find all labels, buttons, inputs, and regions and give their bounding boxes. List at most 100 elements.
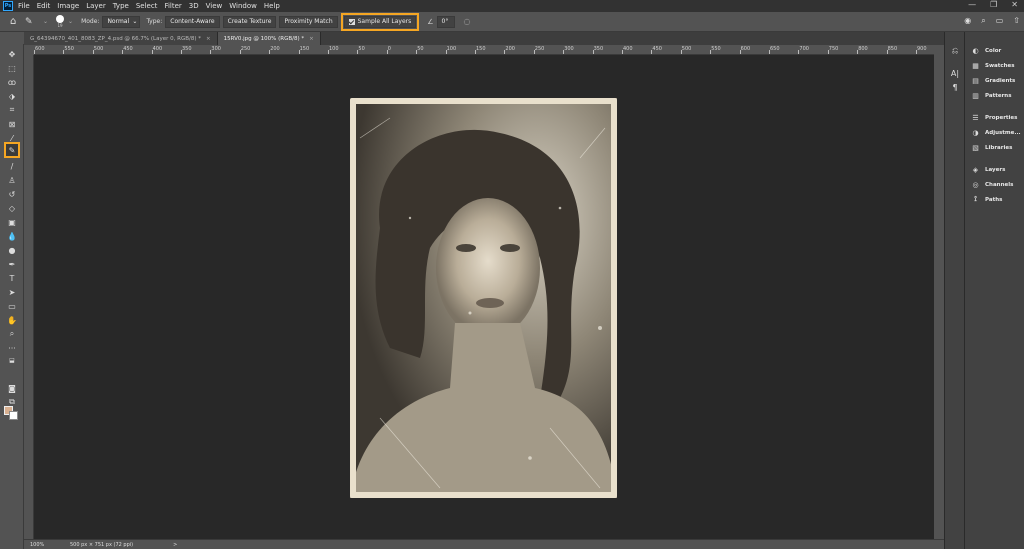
- vintage-portrait-photo[interactable]: [350, 98, 617, 498]
- panel-patterns[interactable]: ▥ Patterns: [965, 88, 1024, 103]
- tool-preset-chevron-icon[interactable]: ⌄: [43, 18, 48, 25]
- ruler-tick: [122, 50, 124, 54]
- marquee-tool-icon[interactable]: ⬚: [6, 62, 18, 74]
- pressure-size-icon[interactable]: ◌: [464, 17, 471, 26]
- frame-tool-icon[interactable]: ⊠: [6, 118, 18, 130]
- content-aware-button[interactable]: Content-Aware: [165, 15, 220, 28]
- share-icon[interactable]: ⇧: [1013, 16, 1020, 26]
- brush-chevron-icon[interactable]: ⌄: [68, 18, 73, 25]
- close-icon[interactable]: ×: [309, 36, 314, 42]
- angle-input[interactable]: 0°: [436, 15, 455, 28]
- panel-layers[interactable]: ◈ Layers: [965, 162, 1024, 177]
- ruler-tick: [651, 50, 653, 54]
- brush-tool-icon[interactable]: /: [6, 160, 18, 172]
- zoom-level[interactable]: 100%: [30, 542, 66, 548]
- lasso-tool-icon[interactable]: ꝏ: [6, 76, 18, 88]
- panel-swatches[interactable]: ▦ Swatches: [965, 58, 1024, 73]
- ruler-tick-label: 150: [299, 46, 310, 52]
- history-brush-tool-icon[interactable]: ↺: [6, 188, 18, 200]
- home-icon[interactable]: ⌂: [10, 16, 20, 27]
- menu-layer[interactable]: Layer: [86, 2, 106, 10]
- menu-type[interactable]: Type: [113, 2, 129, 10]
- close-icon[interactable]: ✕: [1011, 0, 1018, 9]
- menu-3d[interactable]: 3D: [189, 2, 199, 10]
- panel-color[interactable]: ◐ Color: [965, 43, 1024, 58]
- panel-label: Layers: [985, 166, 1006, 173]
- path-selection-tool-icon[interactable]: ➤: [6, 286, 18, 298]
- document-canvas[interactable]: [34, 55, 934, 539]
- panel-properties[interactable]: ☰ Properties: [965, 110, 1024, 125]
- brush-size-value: 19: [57, 23, 63, 28]
- ruler-tick-label: 750: [828, 46, 839, 52]
- mode-select[interactable]: Normal ⌄: [102, 15, 141, 28]
- panel-group-divider: [965, 155, 1024, 162]
- menu-select[interactable]: Select: [136, 2, 158, 10]
- dodge-tool-icon[interactable]: ●: [6, 244, 18, 256]
- document-tab-bar: G_64394670_401_8083_ZP_4.psd @ 66.7% (La…: [24, 32, 944, 45]
- ruler-tick: [710, 50, 712, 54]
- move-tool-icon[interactable]: ✥: [6, 48, 18, 60]
- workspace-icon[interactable]: ▭: [996, 16, 1004, 26]
- panel-label: Gradients: [985, 77, 1016, 84]
- rectangle-tool-icon[interactable]: ▭: [6, 300, 18, 312]
- menu-image[interactable]: Image: [57, 2, 79, 10]
- proximity-match-button[interactable]: Proximity Match: [279, 15, 338, 28]
- ruler-tick-label: 150: [476, 46, 486, 52]
- tab-document-jpg[interactable]: 15RV0.jpg @ 100% (RGB/8) * ×: [217, 32, 321, 45]
- channels-icon: ◎: [972, 180, 979, 189]
- history-panel-icon[interactable]: ⎌: [950, 46, 960, 56]
- background-color-swatch[interactable]: [9, 411, 18, 420]
- brush-picker[interactable]: 19: [56, 15, 65, 28]
- create-texture-button[interactable]: Create Texture: [222, 15, 277, 28]
- healing-brush-icon[interactable]: ✎: [25, 17, 39, 27]
- pen-tool-icon[interactable]: ✒: [6, 258, 18, 270]
- menu-edit[interactable]: Edit: [37, 2, 51, 10]
- menu-view[interactable]: View: [206, 2, 223, 10]
- crop-tool-icon[interactable]: ⌗: [6, 104, 18, 116]
- close-icon[interactable]: ×: [206, 36, 211, 42]
- ruler-tick-label: 600: [740, 46, 751, 52]
- panel-adjustments[interactable]: ◑ Adjustme...: [965, 125, 1024, 140]
- menu-window[interactable]: Window: [229, 2, 257, 10]
- restore-icon[interactable]: ❐: [990, 0, 997, 9]
- photo-worn-border: [350, 98, 617, 498]
- panel-gradients[interactable]: ▤ Gradients: [965, 73, 1024, 88]
- zoom-tool-icon[interactable]: ⌕: [6, 328, 18, 340]
- type-tool-icon[interactable]: T: [6, 272, 18, 284]
- status-expand-icon[interactable]: >: [173, 542, 177, 548]
- healing-brush-tool-icon[interactable]: ✎: [4, 142, 20, 158]
- blur-tool-icon[interactable]: 💧: [6, 230, 18, 242]
- menu-filter[interactable]: Filter: [164, 2, 181, 10]
- panel-channels[interactable]: ◎ Channels: [965, 177, 1024, 192]
- quick-mask-icon[interactable]: ◙: [6, 382, 18, 394]
- ruler-tick: [857, 50, 859, 54]
- layers-icon: ◈: [972, 165, 979, 174]
- screen-mode-icon[interactable]: ⧉: [6, 396, 18, 408]
- menu-file[interactable]: File: [18, 2, 30, 10]
- clone-stamp-tool-icon[interactable]: ♙: [6, 174, 18, 186]
- paragraph-panel-icon[interactable]: ¶: [950, 82, 960, 92]
- ruler-tick-label: 600: [35, 46, 45, 52]
- object-selection-tool-icon[interactable]: ⬗: [6, 90, 18, 102]
- character-panel-icon[interactable]: A|: [950, 68, 960, 78]
- panel-libraries[interactable]: ▧ Libraries: [965, 140, 1024, 155]
- sample-all-layers-checkbox[interactable]: Sample All Layers: [340, 12, 420, 31]
- panel-paths[interactable]: ⟟ Paths: [965, 192, 1024, 207]
- cloud-user-icon[interactable]: ◉: [964, 16, 971, 26]
- ruler-tick: [151, 50, 153, 54]
- adjustments-icon: ◑: [972, 128, 979, 137]
- gradient-tool-icon[interactable]: ▣: [6, 216, 18, 228]
- minimize-icon[interactable]: —: [968, 0, 976, 9]
- paths-icon: ⟟: [974, 195, 977, 203]
- eyedropper-tool-icon[interactable]: ⁄: [6, 132, 18, 144]
- ruler-tick-label: 100: [329, 46, 339, 52]
- eraser-tool-icon[interactable]: ◇: [6, 202, 18, 214]
- horizontal-ruler: 600 550 500 450 400 350 300 250 200 150 100 50 0 50 10…: [34, 45, 934, 55]
- search-icon[interactable]: ⌕: [981, 16, 985, 26]
- default-colors-icon[interactable]: ⬓: [6, 354, 18, 366]
- hand-tool-icon[interactable]: ✋: [6, 314, 18, 326]
- more-tools-icon[interactable]: ···: [6, 342, 18, 354]
- menu-help[interactable]: Help: [264, 2, 280, 10]
- ruler-tick-label: 400: [152, 46, 163, 52]
- tab-document-psd[interactable]: G_64394670_401_8083_ZP_4.psd @ 66.7% (La…: [24, 32, 218, 45]
